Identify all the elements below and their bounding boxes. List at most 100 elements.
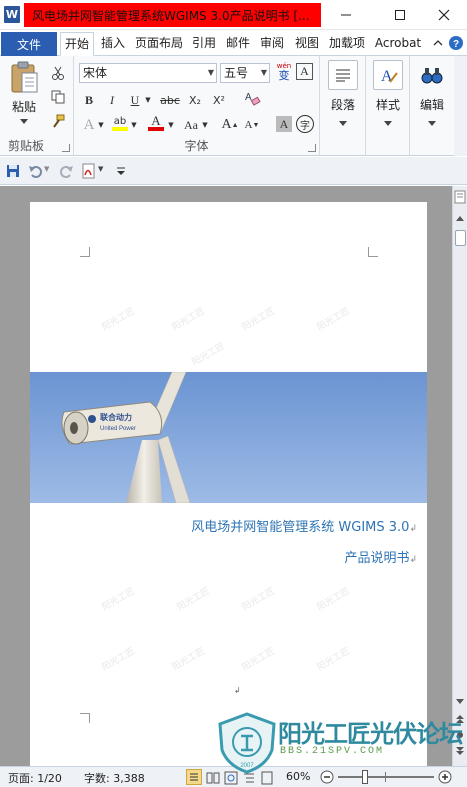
italic-button[interactable]: I [102, 91, 122, 109]
document-subtitle[interactable]: 产品说明书↲ [344, 547, 417, 566]
paragraph-button[interactable]: 段落 [323, 60, 363, 127]
chevron-down-icon: ▼ [260, 68, 267, 77]
word-count[interactable]: 字数: 3,388 [84, 770, 145, 786]
watermark-text: 阳光工匠 [240, 306, 277, 334]
highlight-label: ab [113, 115, 127, 127]
scroll-up-icon[interactable] [455, 214, 465, 222]
minimize-button[interactable] [322, 0, 370, 30]
tab-review[interactable]: 审阅 [257, 32, 287, 56]
ruler-toggle-icon[interactable] [454, 190, 466, 204]
highlight-button[interactable]: ab [110, 114, 130, 132]
chevron-down-icon: ▼ [207, 68, 214, 77]
cut-icon[interactable] [48, 64, 68, 82]
scroll-thumb[interactable] [455, 230, 466, 246]
styles-button[interactable]: A 样式 [368, 60, 408, 127]
font-name-value: 宋体 [83, 66, 108, 80]
paragraph-label: 段落 [330, 98, 355, 112]
print-layout-view-icon[interactable] [186, 769, 202, 785]
paste-button[interactable]: 粘贴 [4, 60, 44, 125]
format-painter-icon[interactable] [48, 112, 68, 130]
font-color-dropdown-icon[interactable]: ▼ [166, 116, 176, 134]
phonetic-char: 变 [278, 69, 290, 82]
tab-view[interactable]: 视图 [291, 32, 323, 56]
vertical-scrollbar[interactable] [452, 186, 467, 766]
styles-label: 样式 [375, 98, 400, 112]
tab-file[interactable]: 文件 [1, 32, 57, 56]
scroll-down-icon[interactable] [455, 698, 465, 706]
page-count[interactable]: 页面: 1/20 [8, 770, 62, 786]
shrink-font-label: A [244, 119, 253, 131]
ribbon-scroll-edge [454, 56, 467, 156]
pdf-dropdown-icon[interactable]: ▼ [98, 165, 103, 173]
subscript-button[interactable]: X₂ [185, 91, 205, 109]
window-title: 风电场并网智能管理系统WGIMS 3.0产品说明书 [... [24, 3, 321, 27]
change-case-dropdown-icon[interactable]: ▼ [200, 116, 210, 134]
copy-icon[interactable] [48, 88, 68, 106]
undo-dropdown-icon[interactable]: ▼ [44, 165, 49, 173]
collapse-ribbon-icon[interactable] [433, 38, 443, 48]
grow-font-button[interactable]: A ▲ [220, 116, 240, 134]
tab-insert[interactable]: 插入 [98, 32, 128, 56]
tab-addins[interactable]: 加载项 [326, 32, 368, 56]
change-case-button[interactable]: Aa [180, 116, 202, 134]
text-effects-dropdown-icon[interactable]: ▼ [96, 116, 106, 134]
tab-mailings[interactable]: 邮件 [223, 32, 253, 56]
bold-button[interactable]: B [79, 91, 99, 109]
undo-icon[interactable] [28, 164, 42, 178]
paste-dropdown-icon[interactable] [20, 119, 28, 125]
clipboard-launcher-icon[interactable] [62, 144, 70, 152]
wind-turbine-banner-image: 联合动力 United Power [30, 372, 427, 503]
font-color-bar [148, 127, 164, 131]
document-title[interactable]: 风电场并网智能管理系统 WGIMS 3.0↲ [191, 516, 417, 535]
maximize-button[interactable] [376, 0, 424, 30]
redo-icon[interactable] [60, 164, 74, 178]
minimize-icon [341, 14, 351, 16]
customize-qat-icon[interactable] [116, 166, 126, 176]
title-bar: W 风电场并网智能管理系统WGIMS 3.0产品说明书 [... [0, 0, 467, 30]
character-shading-button[interactable]: A [276, 116, 292, 132]
tab-home[interactable]: 开始 [60, 32, 94, 56]
font-size-select[interactable]: 五号 ▼ [220, 63, 270, 83]
editing-button[interactable]: 编辑 [412, 60, 452, 127]
svg-text:?: ? [453, 39, 459, 50]
phonetic-guide-button[interactable]: wén 变 [274, 62, 294, 82]
grow-font-label: A [221, 117, 232, 132]
document-page[interactable]: 阳光工匠 阳光工匠 阳光工匠 阳光工匠 阳光工匠 阳光工匠 阳光工匠 阳光工匠 … [30, 202, 427, 782]
highlight-dropdown-icon[interactable]: ▼ [129, 116, 139, 134]
word-app-icon[interactable]: W [4, 6, 20, 23]
zoom-in-icon[interactable] [438, 770, 452, 784]
underline-button[interactable]: U [125, 91, 145, 109]
clear-formatting-icon[interactable]: A [242, 89, 262, 107]
underline-dropdown-icon[interactable]: ▼ [143, 91, 153, 109]
character-border-button[interactable]: A [296, 63, 313, 80]
tab-references[interactable]: 引用 [189, 32, 219, 56]
font-color-button[interactable]: A [146, 114, 166, 132]
font-name-select[interactable]: 宋体 ▼ [79, 63, 217, 83]
strikethrough-button[interactable]: abc [158, 91, 182, 109]
font-size-value: 五号 [224, 66, 249, 80]
watermark-text: 阳光工匠 [170, 306, 207, 334]
save-icon[interactable] [6, 164, 20, 178]
superscript-button[interactable]: X² [209, 91, 229, 109]
forum-badge-text: 阳光工匠光伏论坛 [278, 720, 463, 748]
tab-acrobat[interactable]: Acrobat [371, 32, 425, 56]
help-icon[interactable]: ? [448, 35, 464, 51]
tab-page-layout[interactable]: 页面布局 [132, 32, 186, 56]
enclose-characters-button[interactable]: 字 [296, 115, 314, 133]
zoom-slider[interactable] [338, 770, 434, 784]
watermark-text: 阳光工匠 [100, 646, 137, 674]
svg-text:A: A [381, 68, 393, 85]
svg-text:A: A [245, 92, 252, 103]
font-launcher-icon[interactable] [308, 144, 316, 152]
close-button[interactable] [420, 0, 467, 30]
watermark-text: 阳光工匠 [240, 646, 277, 674]
pdf-icon[interactable] [82, 163, 96, 179]
shrink-font-button[interactable]: A ▼ [242, 116, 262, 134]
styles-dropdown-icon [384, 121, 392, 126]
forum-shield-logo: 2007 [218, 712, 276, 774]
document-subtitle-text: 产品说明书 [344, 551, 410, 566]
zoom-out-icon[interactable] [320, 770, 334, 784]
zoom-slider-thumb[interactable] [361, 770, 368, 784]
turbine-brand-text: 联合动力 [100, 412, 132, 422]
paragraph-mark: ↲ [409, 524, 417, 534]
